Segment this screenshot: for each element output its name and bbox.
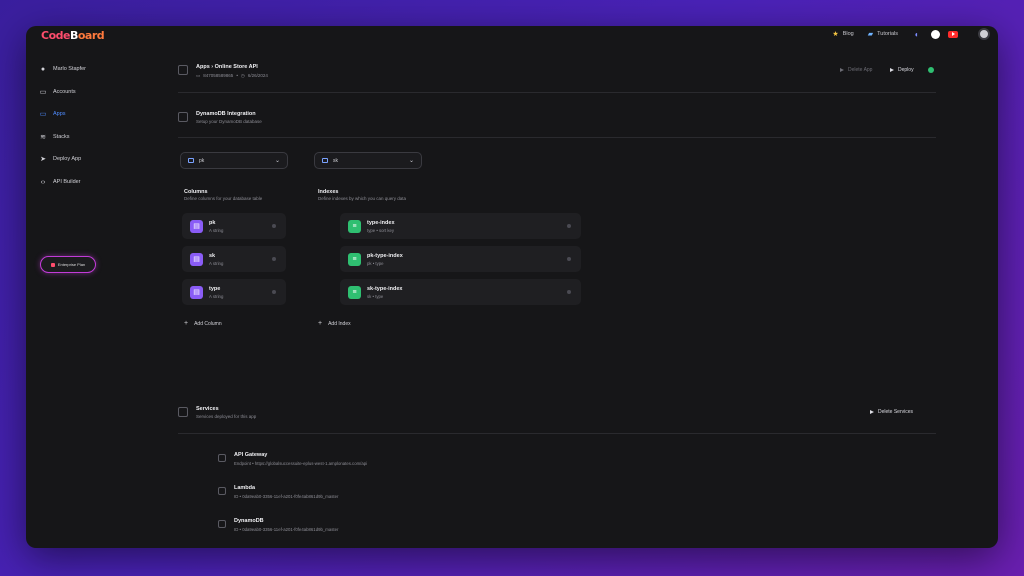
rocket-icon: ➤ [40,156,46,163]
sort-key-select[interactable]: sk ⌄ [314,152,422,169]
delete-services-button[interactable]: Delete Services [870,409,913,415]
sidebar-item-profile[interactable]: ● Marlo Stapfer [39,62,119,76]
index-card[interactable]: ≡ type-index type • sort key [340,213,581,239]
services-title: Services [196,406,219,412]
accounts-icon: ▭ [39,89,47,96]
database-icon [178,112,188,122]
app-icon [178,65,188,75]
column-icon: ▤ [190,285,203,299]
delete-app-button[interactable]: Delete App [840,67,872,73]
play-icon [870,410,874,414]
enterprise-label: Enterprise Plan [57,262,86,267]
clock-icon: ◷ [240,73,245,78]
services-icon [178,407,188,417]
sidebar-item-label: Marlo Stapfer [53,66,87,72]
sidebar-item-label: Stacks [53,134,70,140]
app-id: 847058589865 [203,73,234,78]
github-icon[interactable] [930,29,940,39]
breadcrumb[interactable]: Apps › Online Store API [196,64,258,70]
enterprise-icon [50,262,55,267]
gateway-icon [218,454,226,462]
column-icon: ▤ [190,219,203,233]
partition-key-select[interactable]: pk ⌄ [180,152,288,169]
top-links: ★ Blog ▰ Tutorials ◐ [832,28,990,40]
book-icon: ▰ [867,31,874,38]
divider [178,92,936,93]
discord-icon[interactable]: ◐ [912,29,922,39]
sidebar-item-deploy[interactable]: ➤ Deploy App [39,152,119,166]
add-index-button[interactable]: + Add Index [318,320,351,327]
blog-link[interactable]: ★ Blog [832,30,853,38]
more-icon[interactable] [567,257,571,261]
sidebar-item-label: Accounts [53,89,76,95]
blog-label: Blog [842,31,854,37]
app-logo[interactable]: CodeBoard [41,29,105,42]
columns-title: Columns [184,189,208,195]
sidebar-item-label: Apps [53,111,66,117]
column-icon: ▤ [190,252,203,266]
enterprise-plan-button[interactable]: Enterprise Plan [40,256,96,273]
more-icon[interactable] [567,290,571,294]
sidebar-item-label: API Builder [53,179,81,185]
more-icon[interactable] [272,290,276,294]
dynamo-title: DynamoDB Integration [196,111,256,117]
plus-icon: + [184,320,189,327]
chevron-down-icon: ⌄ [274,158,280,164]
divider [178,137,936,138]
lambda-icon [218,487,226,495]
play-icon [890,68,894,72]
youtube-icon[interactable] [948,29,958,39]
add-column-button[interactable]: + Add Column [184,320,222,327]
index-icon: ≡ [348,219,361,233]
play-icon [840,68,844,72]
app-window: CodeBoard ★ Blog ▰ Tutorials ◐ ● Marlo S… [26,26,998,548]
column-card[interactable]: ▤ sk A string [182,246,286,272]
code-icon: ‹› [40,178,46,186]
app-meta: ▭ 847058589865 • ◷ 6/26/2024 [196,73,268,78]
more-icon[interactable] [272,224,276,228]
index-icon: ≡ [348,285,361,299]
more-icon[interactable] [567,224,571,228]
sidebar-item-apps[interactable]: ▭ Apps [39,107,119,121]
deploy-button[interactable]: Deploy [890,67,914,73]
database-icon [218,520,226,528]
dynamo-subtitle: Setup your DynamoDB database [196,119,262,124]
tutorials-link[interactable]: ▰ Tutorials [868,30,898,38]
indexes-title: Indexes [318,189,339,195]
id-icon: ▭ [196,73,201,78]
status-indicator [928,67,934,73]
services-subtitle: Services deployed for this app [196,414,257,419]
sidebar-item-accounts[interactable]: ▭ Accounts [39,85,119,99]
index-card[interactable]: ≡ pk-type-index pk • type [340,246,581,272]
index-card[interactable]: ≡ sk-type-index sk • type [340,279,581,305]
chevron-down-icon: ⌄ [408,158,414,164]
stacks-icon: ≋ [40,134,46,141]
plus-icon: + [318,320,323,327]
key-icon [188,158,194,163]
index-icon: ≡ [348,252,361,266]
top-bar: CodeBoard ★ Blog ▰ Tutorials ◐ [26,26,998,46]
key-icon [322,158,328,163]
apps-icon: ▭ [39,111,47,118]
user-avatar[interactable] [978,28,990,40]
tutorials-label: Tutorials [877,31,898,37]
star-icon: ★ [832,31,839,38]
app-date: 6/26/2024 [247,73,268,78]
more-icon[interactable] [272,257,276,261]
user-circle-icon: ● [40,65,46,73]
columns-subtitle: Define columns for your database table [184,196,263,201]
indexes-subtitle: Define indexes by which you can query da… [318,196,407,201]
column-card[interactable]: ▤ pk A string [182,213,286,239]
column-card[interactable]: ▤ type A string [182,279,286,305]
divider [178,433,936,434]
sidebar-item-stacks[interactable]: ≋ Stacks [39,130,119,144]
sidebar-item-api-builder[interactable]: ‹› API Builder [39,175,119,189]
sidebar-item-label: Deploy App [53,156,82,162]
